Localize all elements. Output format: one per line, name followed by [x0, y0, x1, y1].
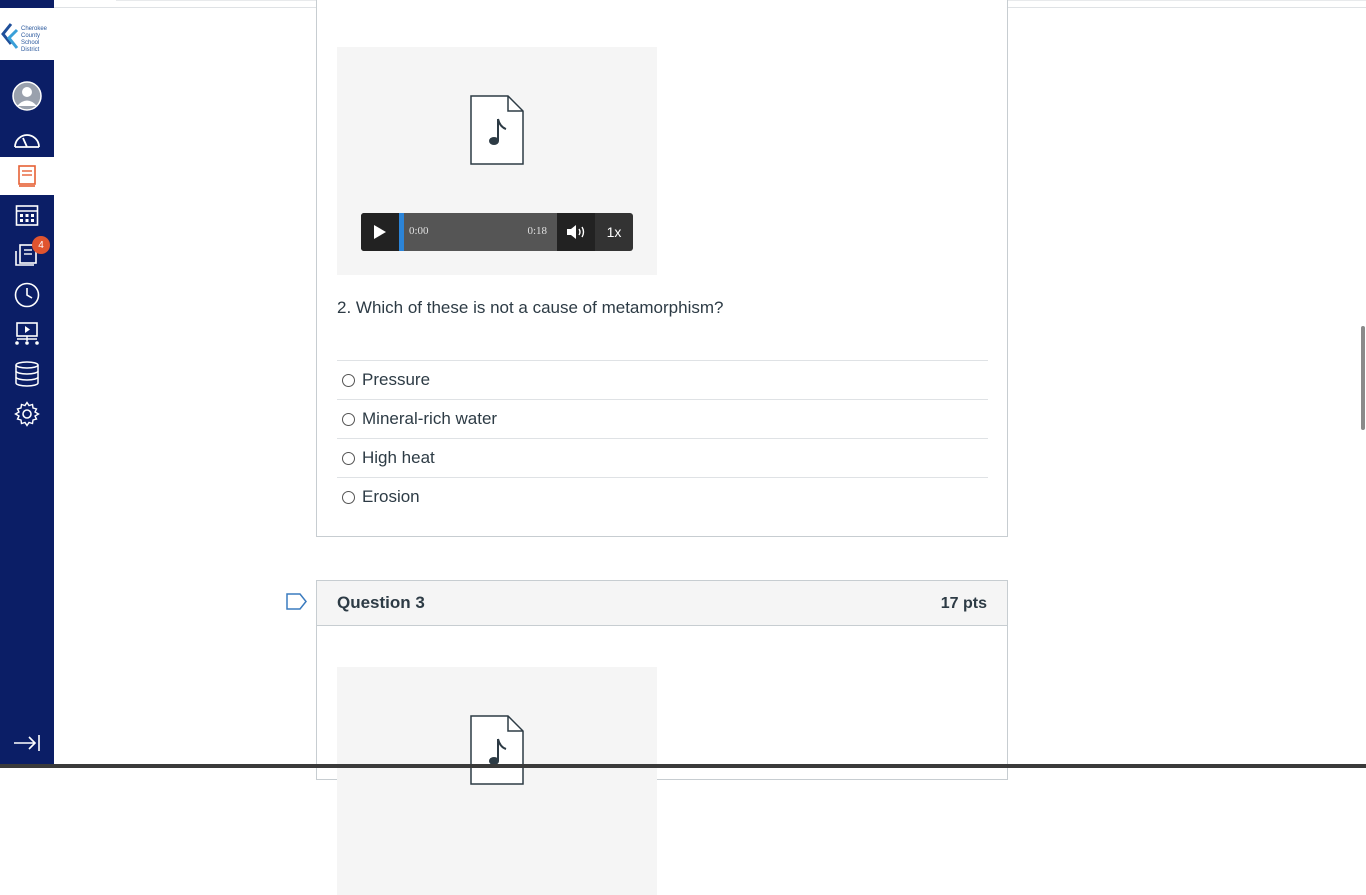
answer-radio[interactable] [342, 490, 355, 504]
school-logo[interactable]: Cherokee County School District [0, 8, 54, 60]
answer-radio[interactable] [342, 373, 355, 387]
question-3-points: 17 pts [940, 595, 987, 612]
bottom-edge-bar [0, 764, 1366, 768]
nav-account[interactable] [0, 77, 54, 115]
book-icon [18, 165, 36, 187]
audio-progress-bar[interactable]: 0:00 0:18 [399, 213, 557, 251]
nav-dashboard[interactable] [0, 120, 54, 158]
answer-label: High heat [362, 448, 435, 467]
answer-radio[interactable] [342, 451, 355, 465]
audio-progress-fill [399, 213, 404, 251]
answer-radio[interactable] [342, 412, 355, 426]
calendar-icon [15, 205, 39, 226]
question-3-header: Question 3 17 pts [317, 581, 1007, 626]
audio-duration: 0:18 [527, 225, 547, 237]
nav-calendar[interactable] [0, 196, 54, 234]
play-icon [374, 225, 386, 239]
audio-attachment: 0:00 0:18 1x [337, 47, 657, 275]
page-scrollbar-thumb[interactable] [1361, 326, 1365, 430]
user-icon [12, 81, 42, 111]
play-button[interactable] [361, 213, 399, 251]
question-2-card: 0:00 0:18 1x 2. Which of these is not a … [316, 0, 1008, 537]
answer-option[interactable]: Pressure [337, 360, 988, 399]
collapse-nav-button[interactable] [0, 724, 54, 762]
question-3-card: Question 3 17 pts [316, 580, 1008, 895]
nav-inbox[interactable]: 4 [0, 236, 54, 274]
clock-icon [14, 282, 40, 308]
answer-label: Erosion [362, 487, 420, 506]
question-3-title: Question 3 [337, 593, 425, 612]
database-icon [15, 361, 39, 387]
inbox-unread-badge: 4 [32, 236, 50, 254]
flag-question-icon[interactable] [286, 593, 308, 610]
nav-courses[interactable] [0, 157, 54, 195]
collapse-icon [14, 735, 40, 751]
audio-attachment [337, 667, 657, 895]
dashboard-icon [14, 134, 40, 148]
nav-commons[interactable] [0, 355, 54, 393]
logo-mark-icon [1, 23, 19, 49]
nav-settings[interactable] [0, 395, 54, 433]
answer-option[interactable]: Mineral-rich water [337, 399, 988, 438]
answer-list: Pressure Mineral-rich water High heat Er… [337, 360, 988, 516]
audio-player: 0:00 0:18 1x [361, 213, 633, 251]
global-navigation: Cherokee County School District 4 [0, 0, 54, 768]
question-2-text: 2. Which of these is not a cause of meta… [337, 298, 724, 317]
studio-icon [15, 322, 39, 345]
audio-file-icon [470, 715, 524, 785]
answer-option[interactable]: High heat [337, 438, 988, 477]
playback-speed-button[interactable]: 1x [595, 213, 633, 251]
nav-history[interactable] [0, 276, 54, 314]
nav-studio[interactable] [0, 315, 54, 353]
answer-label: Pressure [362, 370, 431, 389]
answer-label: Mineral-rich water [362, 409, 498, 428]
audio-file-icon [470, 95, 524, 165]
gear-icon [14, 401, 40, 427]
answer-option[interactable]: Erosion [337, 477, 988, 516]
volume-icon [567, 225, 585, 239]
volume-button[interactable] [557, 213, 595, 251]
audio-current-time: 0:00 [409, 225, 429, 237]
logo-text: Cherokee County School District [21, 26, 48, 53]
